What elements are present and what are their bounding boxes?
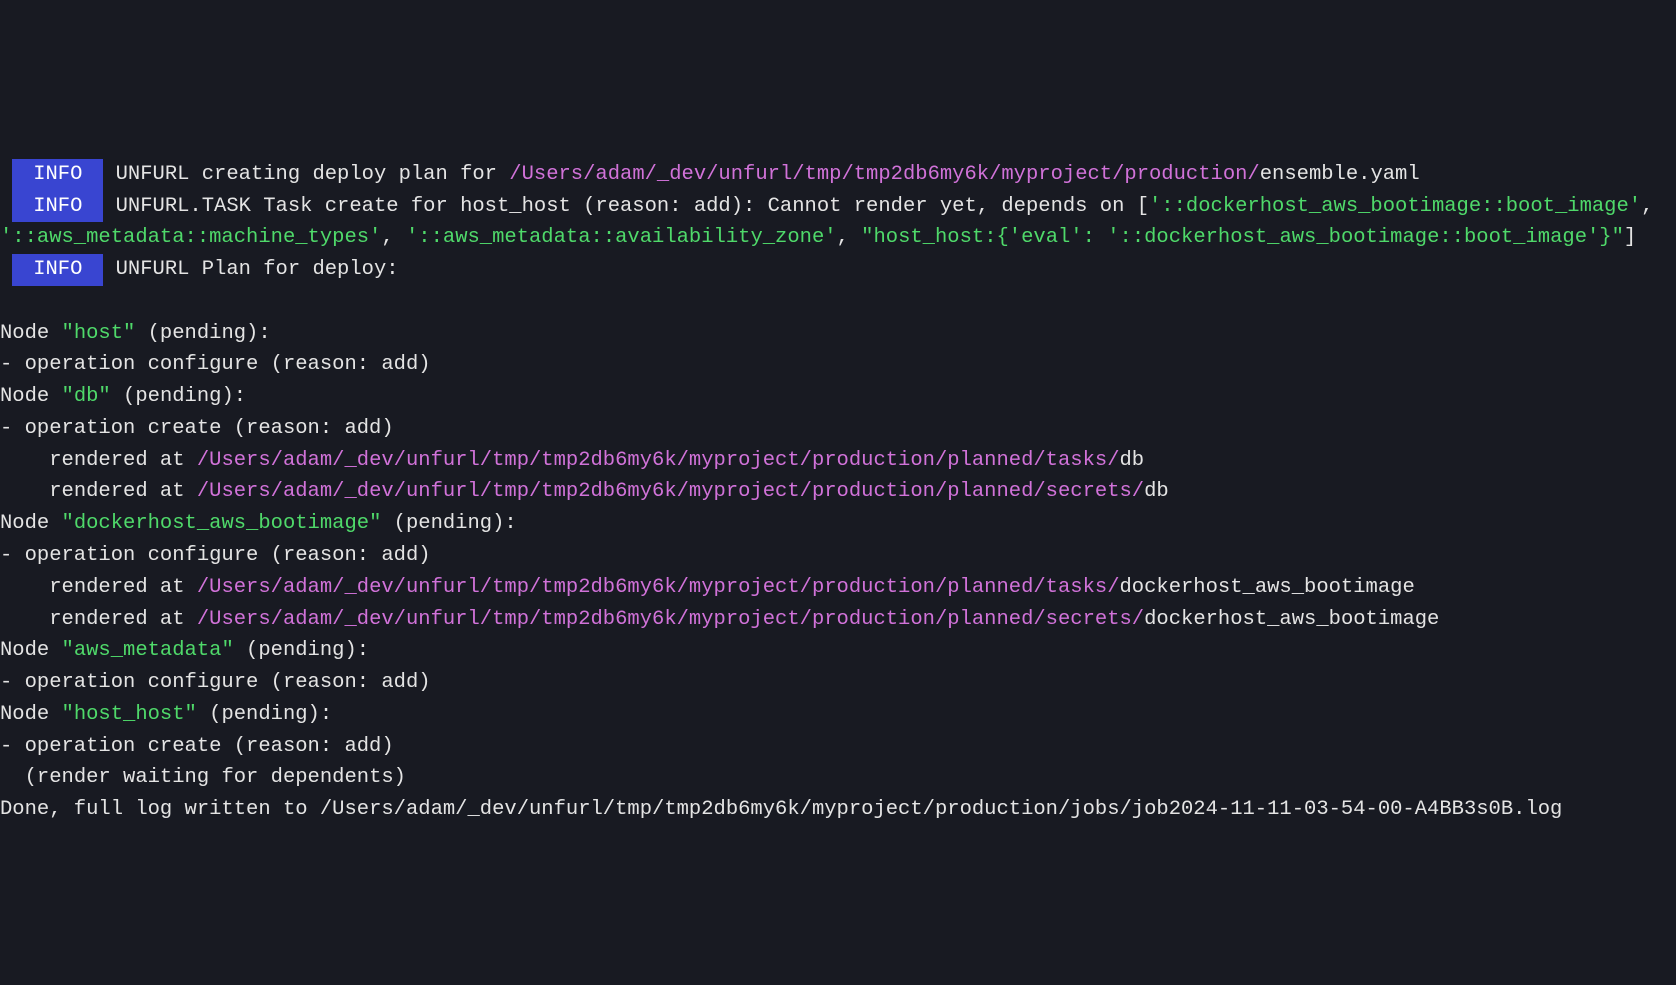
- log-level-badge: INFO: [12, 191, 103, 223]
- operation-line: - operation configure (reason: add): [0, 544, 431, 567]
- operation-line: - operation configure (reason: add): [0, 353, 431, 376]
- log-footer: Done, full log written to /Users/adam/_d…: [0, 798, 1562, 821]
- dep: "host_host:{'eval': '::dockerhost_aws_bo…: [861, 226, 1624, 249]
- path: /Users/adam/_dev/unfurl/tmp/tmp2db6my6k/…: [197, 608, 1144, 631]
- dep: '::aws_metadata::availability_zone': [406, 226, 837, 249]
- path: /Users/adam/_dev/unfurl/tmp/tmp2db6my6k/…: [509, 163, 1259, 186]
- node-name: "db": [62, 385, 111, 408]
- node-header: Node "dockerhost_aws_bootimage" (pending…: [0, 512, 517, 535]
- operation-line: - operation configure (reason: add): [0, 671, 431, 694]
- rendered-line: rendered at /Users/adam/_dev/unfurl/tmp/…: [0, 480, 1169, 503]
- log-level-badge: INFO: [12, 159, 103, 191]
- node-header: Node "host" (pending):: [0, 322, 271, 345]
- rendered-line: rendered at /Users/adam/_dev/unfurl/tmp/…: [0, 608, 1439, 631]
- node-name: "host": [62, 322, 136, 345]
- path: /Users/adam/_dev/unfurl/tmp/tmp2db6my6k/…: [197, 480, 1144, 503]
- filename: ensemble.yaml: [1260, 163, 1420, 186]
- log-msg: UNFURL creating deploy plan for: [116, 163, 510, 186]
- node-header: Node "db" (pending):: [0, 385, 246, 408]
- filename: db: [1144, 480, 1169, 503]
- path: /Users/adam/_dev/unfurl/tmp/tmp2db6my6k/…: [197, 449, 1120, 472]
- filename: dockerhost_aws_bootimage: [1144, 608, 1439, 631]
- log-msg: UNFURL Plan for deploy:: [116, 258, 399, 281]
- rendered-line: rendered at /Users/adam/_dev/unfurl/tmp/…: [0, 576, 1415, 599]
- node-header: Node "aws_metadata" (pending):: [0, 639, 369, 662]
- filename: dockerhost_aws_bootimage: [1120, 576, 1415, 599]
- log-msg: UNFURL.TASK Task create for host_host (r…: [116, 195, 1149, 218]
- log-level-badge: INFO: [12, 254, 103, 286]
- rendered-line: rendered at /Users/adam/_dev/unfurl/tmp/…: [0, 449, 1144, 472]
- terminal-output: INFO UNFURL creating deploy plan for /Use…: [0, 127, 1676, 826]
- operation-line: - operation create (reason: add): [0, 417, 394, 440]
- node-name: "aws_metadata": [62, 639, 234, 662]
- filename: db: [1120, 449, 1145, 472]
- node-name: "host_host": [62, 703, 197, 726]
- bracket: ]: [1624, 226, 1636, 249]
- operation-line: - operation create (reason: add): [0, 735, 394, 758]
- path: /Users/adam/_dev/unfurl/tmp/tmp2db6my6k/…: [197, 576, 1120, 599]
- dep: '::dockerhost_aws_bootimage::boot_image': [1149, 195, 1641, 218]
- node-name: "dockerhost_aws_bootimage": [62, 512, 382, 535]
- dep: '::aws_metadata::machine_types': [0, 226, 381, 249]
- node-header: Node "host_host" (pending):: [0, 703, 332, 726]
